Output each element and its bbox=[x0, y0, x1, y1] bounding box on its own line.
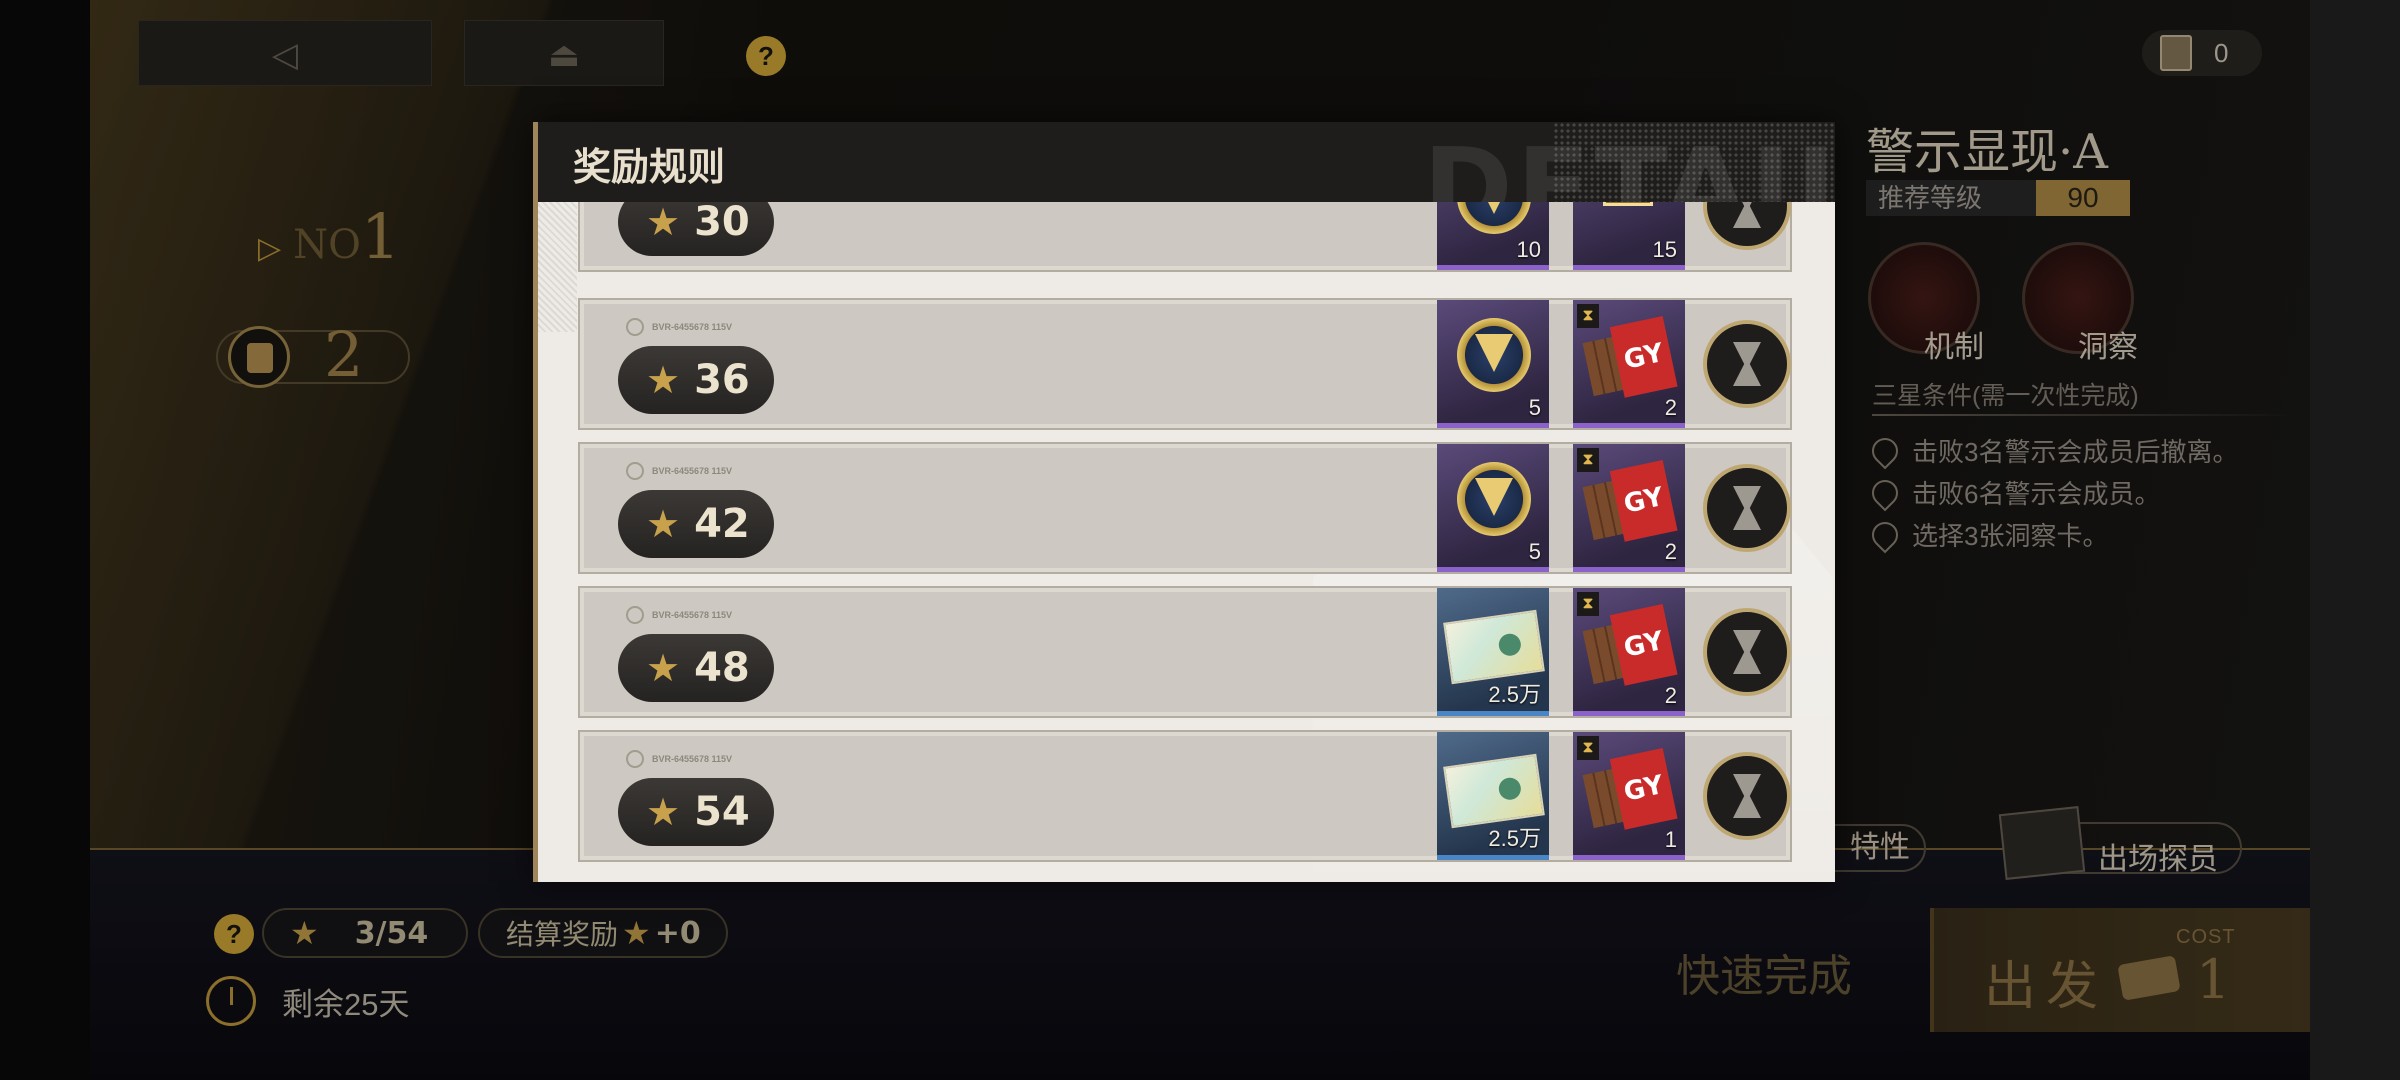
book-icon bbox=[1603, 202, 1653, 206]
chocolate-icon: GY bbox=[1580, 604, 1678, 692]
hourglass-shape bbox=[1733, 774, 1761, 818]
star-threshold-value: 48 bbox=[694, 645, 750, 691]
hourglass-icon: ⧗ bbox=[1577, 592, 1599, 616]
reward-item-badge[interactable]: 10 bbox=[1437, 202, 1549, 270]
row-serial-code: BVR-6455678 115V bbox=[626, 606, 732, 624]
reward-list[interactable]: ★ 30 10 15 BVR-6455678 115V ★ 36 5 GY ⧗ 2 BVR-64556… bbox=[533, 202, 1835, 882]
hourglass-shape bbox=[1733, 342, 1761, 386]
reward-row: ★ 30 10 15 bbox=[578, 202, 1792, 272]
reward-item-book[interactable]: 15 bbox=[1573, 202, 1685, 270]
star-threshold: ★ 48 bbox=[618, 634, 774, 702]
reward-item-cash[interactable]: 2.5万 bbox=[1437, 732, 1549, 860]
hourglass-seal-icon[interactable] bbox=[1703, 608, 1791, 696]
hourglass-seal-icon[interactable] bbox=[1703, 464, 1791, 552]
hourglass-seal-icon[interactable] bbox=[1703, 202, 1791, 250]
star-icon: ★ bbox=[646, 503, 681, 546]
star-icon: ★ bbox=[646, 791, 681, 834]
row-serial-code: BVR-6455678 115V bbox=[626, 462, 732, 480]
hourglass-shape bbox=[1733, 486, 1761, 530]
item-quantity: 5 bbox=[1528, 395, 1541, 420]
hourglass-shape bbox=[1733, 630, 1761, 674]
star-threshold: ★ 42 bbox=[618, 490, 774, 558]
modal-header: DETAILS 奖励规则 bbox=[533, 122, 1835, 202]
serial-code-text: BVR-6455678 115V bbox=[652, 610, 733, 620]
item-quantity: 10 bbox=[1516, 237, 1541, 262]
modal-title: 奖励规则 bbox=[573, 144, 726, 189]
reward-row: BVR-6455678 115V ★ 48 2.5万 GY ⧗ 2 bbox=[578, 586, 1792, 718]
item-quantity: 2.5万 bbox=[1488, 826, 1541, 851]
reward-item-cash[interactable]: 2.5万 bbox=[1437, 588, 1549, 716]
row-serial-code: BVR-6455678 115V bbox=[626, 318, 732, 336]
star-threshold-value: 54 bbox=[694, 789, 750, 835]
item-quantity: 2 bbox=[1664, 395, 1677, 420]
reward-row: BVR-6455678 115V ★ 54 2.5万 GY ⧗ 1 bbox=[578, 730, 1792, 862]
row-serial-code: BVR-6455678 115V bbox=[626, 750, 732, 768]
hourglass-seal-icon[interactable] bbox=[1703, 752, 1791, 840]
hourglass-seal-icon[interactable] bbox=[1703, 320, 1791, 408]
reward-item-chocolate[interactable]: GY ⧗ 2 bbox=[1573, 444, 1685, 572]
star-icon: ★ bbox=[646, 647, 681, 690]
reward-row: BVR-6455678 115V ★ 36 5 GY ⧗ 2 bbox=[578, 298, 1792, 430]
reward-item-chocolate[interactable]: GY ⧗ 2 bbox=[1573, 588, 1685, 716]
star-threshold: ★ 36 bbox=[618, 346, 774, 414]
reward-item-badge[interactable]: 5 bbox=[1437, 300, 1549, 428]
star-threshold-value: 36 bbox=[694, 357, 750, 403]
chocolate-icon: GY bbox=[1580, 748, 1678, 836]
serial-code-text: BVR-6455678 115V bbox=[652, 466, 733, 476]
hourglass-icon: ⧗ bbox=[1577, 736, 1599, 760]
cash-icon bbox=[1443, 609, 1545, 685]
serial-glyph-icon bbox=[626, 318, 644, 336]
badge-icon bbox=[1457, 202, 1531, 234]
modal-accent-bar bbox=[533, 122, 538, 882]
hourglass-shape bbox=[1733, 202, 1761, 228]
reward-row: BVR-6455678 115V ★ 42 5 GY ⧗ 2 bbox=[578, 442, 1792, 574]
star-threshold: ★ 30 bbox=[618, 202, 774, 256]
badge-icon bbox=[1457, 318, 1531, 392]
item-quantity: 5 bbox=[1528, 539, 1541, 564]
star-icon: ★ bbox=[646, 359, 681, 402]
hourglass-icon: ⧗ bbox=[1577, 304, 1599, 328]
star-icon: ★ bbox=[646, 202, 681, 244]
header-watermark: DETAILS bbox=[1423, 126, 1835, 202]
serial-glyph-icon bbox=[626, 750, 644, 768]
item-quantity: 2.5万 bbox=[1488, 682, 1541, 707]
serial-glyph-icon bbox=[626, 606, 644, 624]
chocolate-icon: GY bbox=[1580, 460, 1678, 548]
hatch-pattern bbox=[537, 202, 577, 332]
star-threshold-value: 42 bbox=[694, 501, 750, 547]
hourglass-icon: ⧗ bbox=[1577, 448, 1599, 472]
star-threshold-value: 30 bbox=[694, 202, 750, 245]
reward-rules-modal: ★ 30 10 15 BVR-6455678 115V ★ 36 5 GY ⧗ 2 BVR-64556… bbox=[533, 122, 1835, 882]
reward-item-chocolate[interactable]: GY ⧗ 1 bbox=[1573, 732, 1685, 860]
item-quantity: 1 bbox=[1664, 827, 1677, 852]
star-threshold: ★ 54 bbox=[618, 778, 774, 846]
badge-icon bbox=[1457, 462, 1531, 536]
serial-glyph-icon bbox=[626, 462, 644, 480]
serial-code-text: BVR-6455678 115V bbox=[652, 754, 733, 764]
item-quantity: 2 bbox=[1664, 683, 1677, 708]
chocolate-icon: GY bbox=[1580, 316, 1678, 404]
cash-icon bbox=[1443, 753, 1545, 829]
serial-code-text: BVR-6455678 115V bbox=[652, 322, 733, 332]
reward-item-badge[interactable]: 5 bbox=[1437, 444, 1549, 572]
item-quantity: 2 bbox=[1664, 539, 1677, 564]
reward-item-chocolate[interactable]: GY ⧗ 2 bbox=[1573, 300, 1685, 428]
item-quantity: 15 bbox=[1652, 237, 1677, 262]
